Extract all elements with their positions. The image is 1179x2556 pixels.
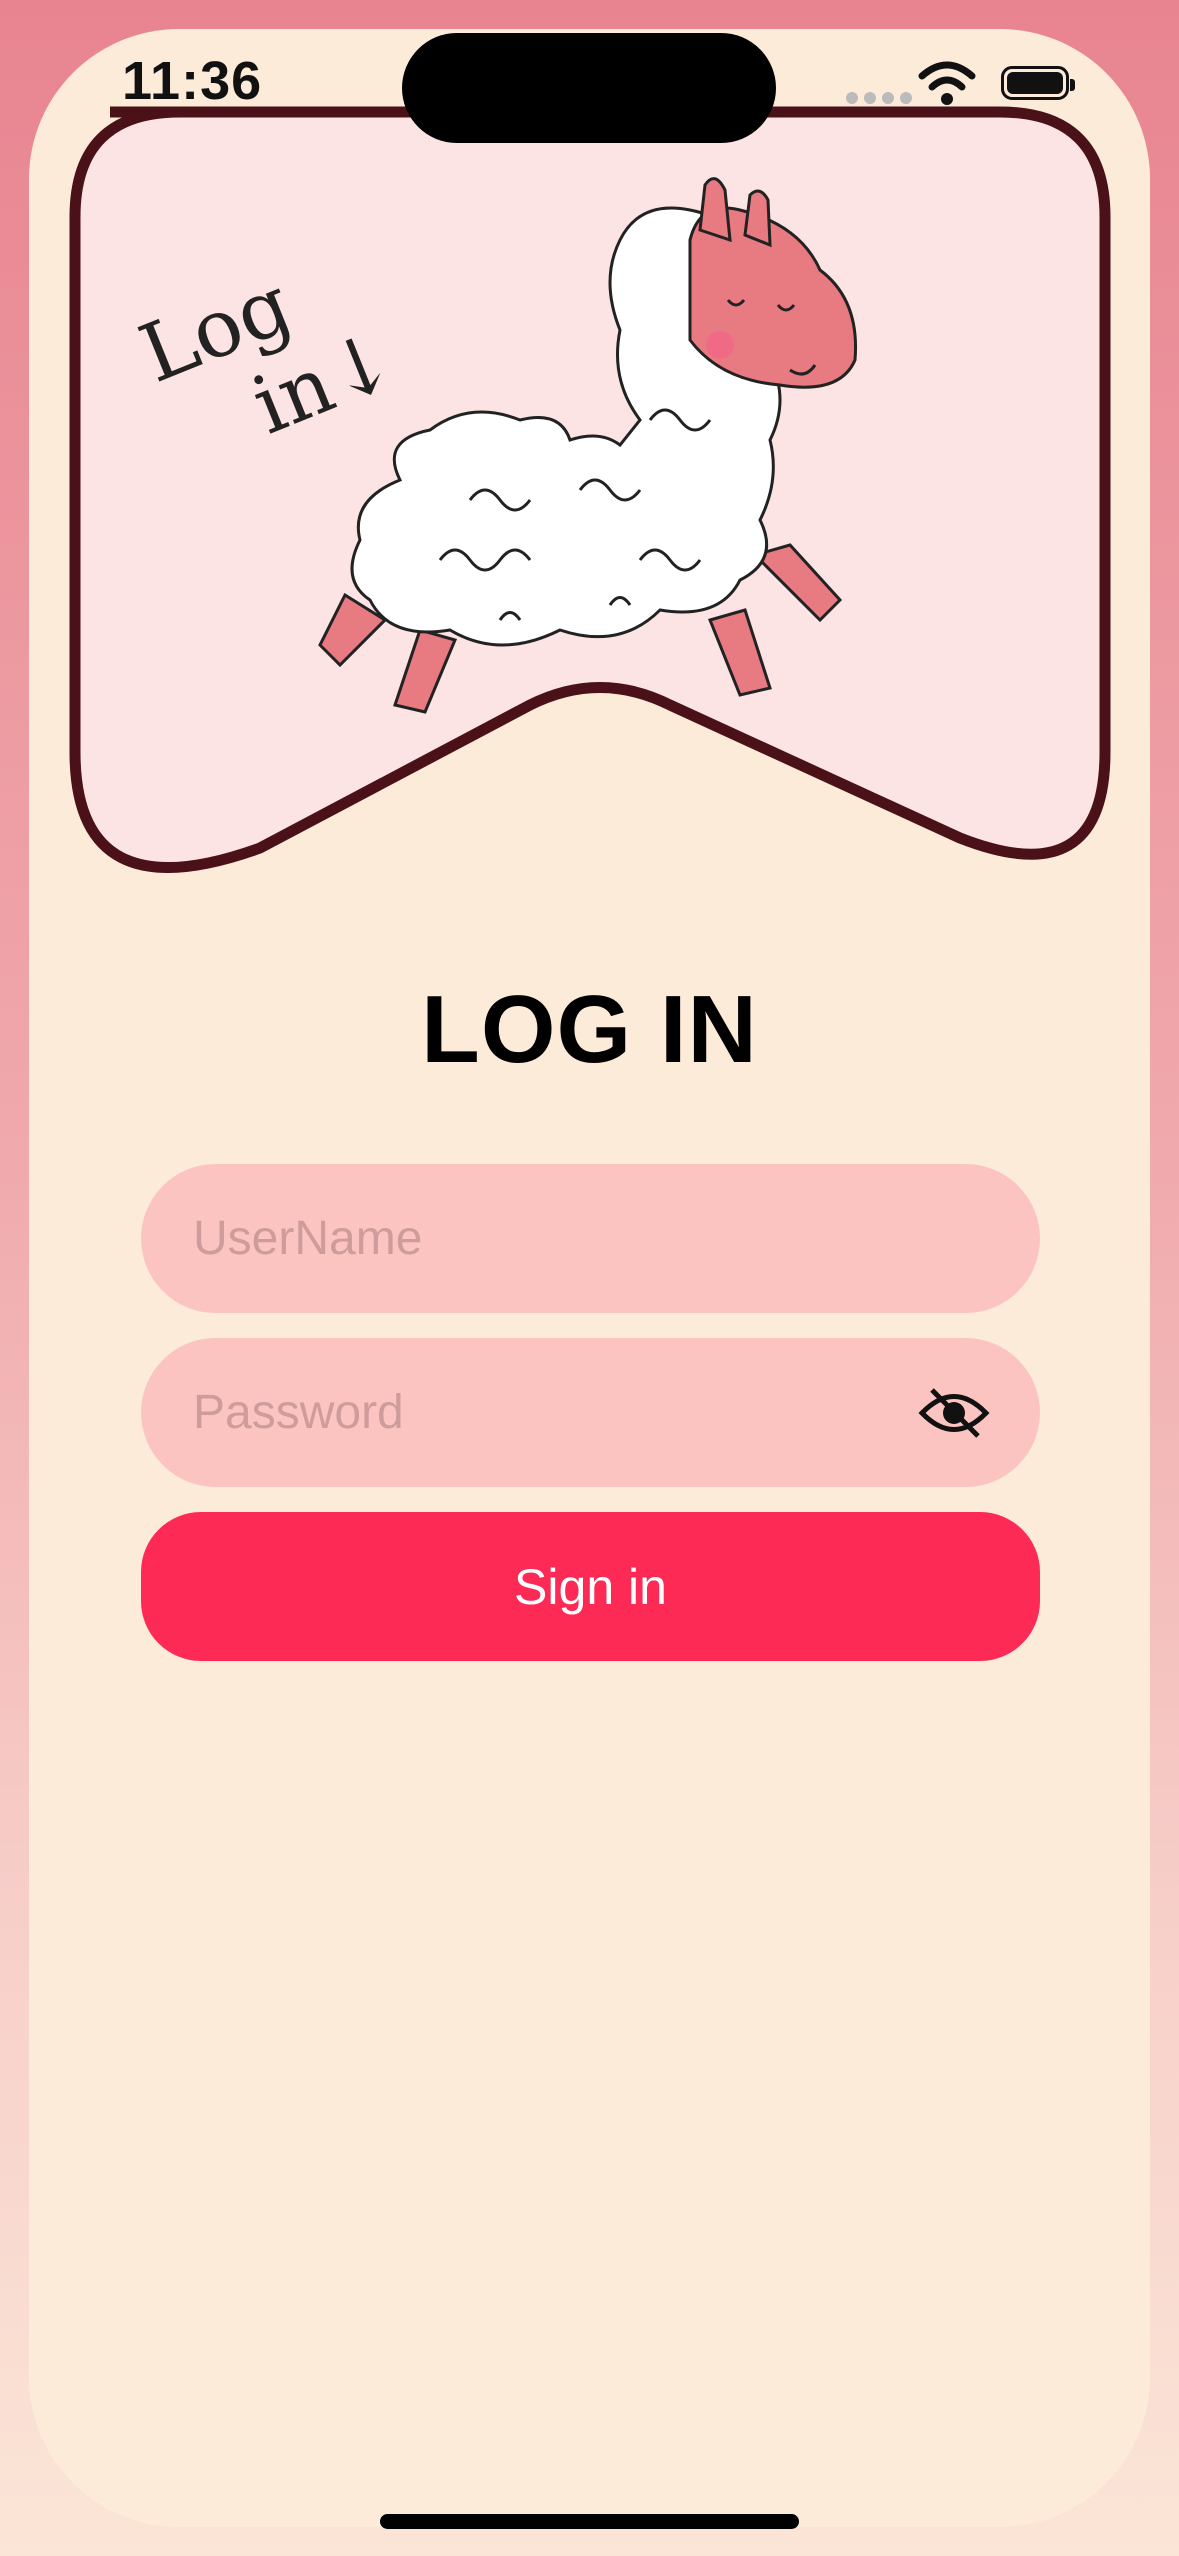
wifi-icon bbox=[918, 61, 976, 105]
page-title: LOG IN bbox=[421, 976, 758, 1083]
dynamic-island bbox=[402, 33, 776, 143]
home-indicator bbox=[380, 2514, 799, 2529]
sign-in-button[interactable]: Sign in bbox=[141, 1512, 1040, 1661]
status-time: 11:36 bbox=[122, 51, 263, 111]
signal-dots-icon bbox=[846, 92, 912, 104]
username-field[interactable] bbox=[141, 1164, 1040, 1313]
eye-slash-icon[interactable] bbox=[918, 1386, 990, 1440]
username-input[interactable] bbox=[191, 1210, 990, 1267]
password-input[interactable] bbox=[191, 1384, 918, 1441]
password-field[interactable] bbox=[141, 1338, 1040, 1487]
battery-icon bbox=[1001, 66, 1075, 100]
